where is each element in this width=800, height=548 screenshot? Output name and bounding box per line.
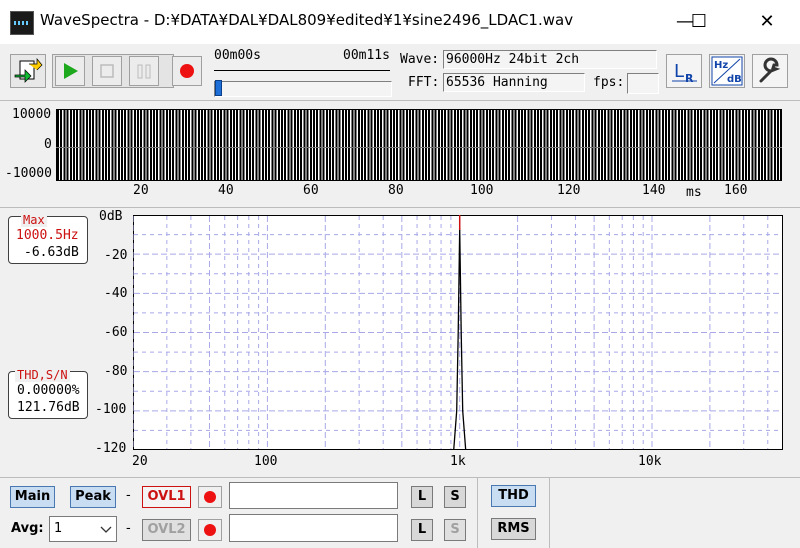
spec-x-tick: 20 [132, 454, 148, 469]
sn-value: 121.76dB [17, 400, 80, 415]
wave-y-tick: 10000 [12, 107, 52, 122]
lr-channel-icon: L R [672, 61, 697, 85]
main-button[interactable]: Main [10, 486, 55, 508]
fps-field [627, 73, 659, 94]
spectrum-plot[interactable] [133, 215, 783, 450]
wave-x-tick: 80 [388, 183, 404, 198]
pause-button[interactable] [129, 56, 159, 86]
avg-select[interactable]: 1 [49, 516, 117, 542]
ovl1-file-field[interactable] [229, 482, 398, 509]
spectrum-panel: Max 1000.5Hz -6.63dB THD,S/N 0.00000% 12… [0, 207, 800, 478]
spec-y-tick: -80 [104, 364, 128, 379]
record-icon [180, 64, 194, 78]
avg-value: 1 [54, 521, 63, 536]
svg-text:L: L [674, 61, 684, 82]
dash-separator: - [126, 521, 131, 536]
title-bar: WaveSpectra - D:¥DATA¥DAL¥DAL809¥edited¥… [0, 0, 800, 44]
pause-icon [137, 64, 151, 79]
ovl2-file-field[interactable] [229, 514, 398, 542]
hz-db-icon: Hz dB [711, 56, 743, 86]
max-frequency: 1000.5Hz [16, 228, 79, 243]
open-file-button[interactable] [10, 54, 46, 88]
spec-y-tick: -120 [95, 441, 127, 456]
fps-label: fps: [593, 75, 625, 90]
hz-db-settings-button[interactable]: Hz dB [709, 54, 745, 88]
wave-x-tick: 140 [642, 183, 666, 198]
window-title: WaveSpectra - D:¥DATA¥DAL¥DAL809¥edited¥… [40, 11, 574, 29]
spec-y-tick: -60 [104, 325, 128, 340]
wave-y-tick: 0 [44, 137, 52, 152]
bottom-controls: Main Peak - OVL1 L S THD RMS Avg: 1 - OV… [0, 477, 800, 548]
spec-y-tick: 0dB [99, 209, 123, 224]
svg-text:Hz: Hz [714, 60, 728, 71]
wave-x-tick: 100 [470, 183, 494, 198]
spec-y-tick: -20 [104, 248, 128, 263]
avg-label: Avg: [11, 521, 44, 536]
ovl1-l-button[interactable]: L [411, 486, 433, 508]
spec-x-tick: 10k [638, 454, 662, 469]
dash-separator: - [126, 488, 131, 503]
max-level: -6.63dB [24, 245, 79, 260]
chevron-down-icon [100, 526, 112, 533]
waveform-panel: 10000 0 -10000 20 40 60 80 100 120 140 m… [0, 100, 800, 208]
lr-channel-button[interactable]: L R [666, 54, 702, 88]
wave-x-tick: 120 [557, 183, 581, 198]
play-button[interactable] [55, 56, 85, 86]
wave-x-tick: 20 [133, 183, 149, 198]
open-file-icon [14, 58, 43, 83]
wave-x-tick: 60 [303, 183, 319, 198]
spec-x-tick: 100 [254, 454, 278, 469]
spec-y-tick: -40 [104, 286, 128, 301]
position-slider[interactable] [214, 80, 392, 97]
close-button[interactable]: ✕ [744, 0, 790, 44]
wave-x-unit: ms [686, 185, 702, 200]
position-thumb[interactable] [215, 80, 222, 96]
time-start: 00m00s [214, 48, 261, 63]
peak-button[interactable]: Peak [70, 486, 116, 508]
thd-button[interactable]: THD [491, 485, 536, 507]
svg-text:R: R [685, 72, 694, 85]
waveform-plot[interactable] [56, 109, 782, 181]
wave-label: Wave: [400, 52, 440, 67]
spec-y-tick: -100 [95, 402, 127, 417]
ovl1-button[interactable]: OVL1 [142, 486, 191, 508]
max-title: Max [21, 213, 47, 227]
position-ticks [214, 70, 390, 71]
ovl2-button[interactable]: OVL2 [142, 519, 191, 541]
time-end: 00m11s [343, 48, 390, 63]
toolbar: 00m00s 00m11s Wave: 96000Hz 24bit 2ch FF… [0, 44, 800, 100]
wave-x-tick: 40 [218, 183, 234, 198]
rms-button[interactable]: RMS [491, 518, 536, 540]
fft-field: 65536 Hanning [443, 73, 585, 92]
settings-button[interactable] [752, 54, 788, 88]
fft-label: FFT: [408, 75, 440, 90]
app-icon [10, 11, 34, 35]
wrench-icon [759, 57, 781, 83]
record-icon [204, 524, 216, 536]
wave-format-field: 96000Hz 24bit 2ch [443, 50, 657, 69]
svg-text:dB: dB [727, 74, 742, 85]
stop-icon [100, 64, 114, 78]
spec-x-tick: 1k [450, 454, 466, 469]
thd-info-box: THD,S/N 0.00000% 121.76dB [8, 368, 88, 419]
play-icon [64, 63, 78, 79]
wave-y-tick: -10000 [5, 166, 52, 181]
thd-title: THD,S/N [15, 368, 70, 382]
stop-button[interactable] [92, 56, 122, 86]
record-icon [204, 491, 216, 503]
ovl1-s-button[interactable]: S [444, 486, 466, 508]
thd-value: 0.00000% [17, 383, 80, 398]
record-ovl1-button[interactable] [198, 486, 222, 508]
record-button[interactable] [172, 56, 202, 86]
maximize-button[interactable]: ☐ [676, 0, 722, 44]
ovl2-l-button[interactable]: L [411, 519, 433, 541]
wave-x-tick: 160 [724, 183, 748, 198]
ovl2-s-button[interactable]: S [444, 519, 466, 541]
max-info-box: Max 1000.5Hz -6.63dB [8, 213, 88, 264]
record-ovl2-button[interactable] [198, 519, 222, 541]
